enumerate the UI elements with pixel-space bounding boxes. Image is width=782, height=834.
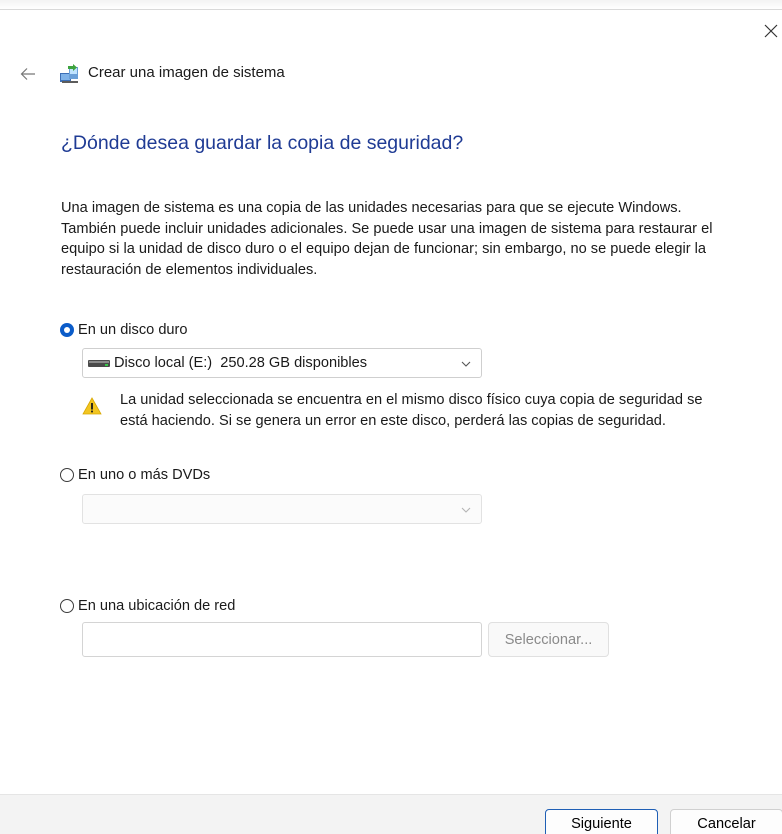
system-image-dialog: Crear una imagen de sistema ¿Dónde desea… bbox=[0, 0, 782, 834]
back-button[interactable] bbox=[16, 62, 40, 86]
network-radio[interactable] bbox=[60, 599, 74, 613]
close-button[interactable] bbox=[760, 20, 782, 42]
warning-icon bbox=[82, 397, 102, 415]
option-network[interactable]: En una ubicación de red bbox=[60, 596, 235, 616]
hard-drive-icon bbox=[88, 360, 110, 367]
network-label: En una ubicación de red bbox=[78, 598, 236, 614]
hard-disk-dropdown-value: Disco local (E:) 250.28 GB disponibles bbox=[88, 355, 367, 371]
dialog-footer: Siguiente Cancelar bbox=[0, 794, 782, 834]
backup-drive-icon bbox=[60, 64, 78, 83]
dvd-radio[interactable] bbox=[60, 468, 74, 482]
chevron-down-icon bbox=[461, 361, 471, 367]
page-description: Una imagen de sistema es una copia de la… bbox=[61, 200, 713, 278]
hard-disk-dropdown[interactable]: Disco local (E:) 250.28 GB disponibles bbox=[82, 348, 482, 378]
hard-disk-radio[interactable] bbox=[60, 323, 74, 337]
close-icon bbox=[764, 24, 778, 38]
cancel-button[interactable]: Cancelar bbox=[670, 809, 782, 834]
hard-disk-label: En un disco duro bbox=[78, 322, 188, 338]
page-heading: ¿Dónde desea guardar la copia de segurid… bbox=[61, 132, 464, 154]
arrow-left-icon bbox=[20, 68, 35, 80]
option-dvd[interactable]: En uno o más DVDs bbox=[60, 465, 210, 485]
dvd-dropdown[interactable] bbox=[82, 494, 482, 524]
network-location-input[interactable] bbox=[82, 622, 482, 657]
warning-message: La unidad seleccionada se encuentra en e… bbox=[120, 392, 703, 429]
select-network-button[interactable]: Seleccionar... bbox=[488, 622, 609, 657]
window-top-border bbox=[0, 0, 782, 10]
chevron-down-icon bbox=[461, 507, 471, 513]
hard-disk-dropdown-text: Disco local (E:) 250.28 GB disponibles bbox=[114, 355, 368, 371]
option-hard-disk[interactable]: En un disco duro bbox=[60, 320, 188, 340]
next-button[interactable]: Siguiente bbox=[545, 809, 658, 834]
dialog-title: Crear una imagen de sistema bbox=[88, 64, 285, 81]
dvd-label: En uno o más DVDs bbox=[78, 467, 211, 483]
dialog-header: Crear una imagen de sistema bbox=[0, 60, 782, 88]
